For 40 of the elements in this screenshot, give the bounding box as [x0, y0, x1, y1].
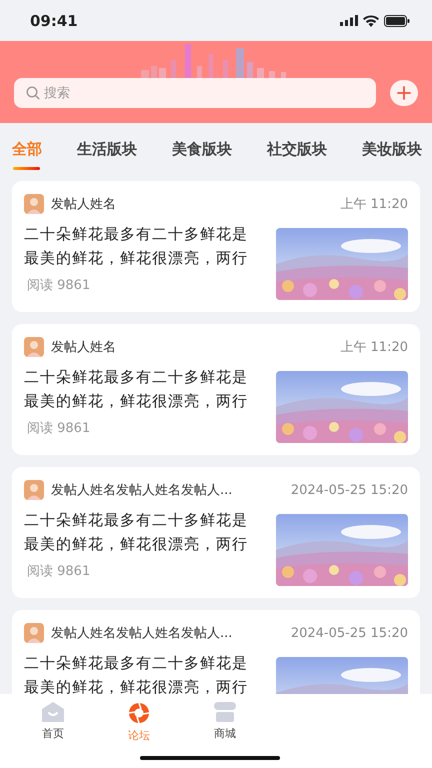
post-text: 二十朵鲜花最多有二十多鲜花是最美的鲜花，鲜花很漂亮，两行 [24, 224, 249, 269]
post-time: 2024-05-25 15:20 [290, 626, 408, 640]
add-button[interactable] [390, 80, 418, 106]
author-name: 发帖人姓名 [51, 196, 116, 213]
category-tab[interactable]: 美食版块 [172, 138, 232, 171]
plus-icon [397, 86, 411, 100]
store-icon [214, 702, 236, 722]
nav-tab[interactable]: 首页 [10, 702, 96, 744]
post-text: 二十朵鲜花最多有二十多鲜花是最美的鲜花，鲜花很漂亮，两行 [24, 653, 249, 694]
post-card[interactable]: 发帖人姓名发帖人姓名发帖人... 2024-05-25 15:20 二十朵鲜花最多有二十多鲜花是最美的鲜花，鲜花很漂亮，两行 [12, 610, 420, 694]
author-name: 发帖人姓名发帖人姓名发帖人... [51, 482, 232, 499]
post-text: 二十朵鲜花最多有二十多鲜花是最美的鲜花，鲜花很漂亮，两行 [24, 510, 249, 555]
search-icon [26, 86, 40, 100]
post-text: 二十朵鲜花最多有二十多鲜花是最美的鲜花，鲜花很漂亮，两行 [24, 367, 249, 412]
post-time: 2024-05-25 15:20 [290, 482, 408, 498]
search-field[interactable]: 搜索 [14, 78, 376, 108]
category-tab[interactable]: 美妆版块 [362, 138, 422, 171]
home-icon [42, 702, 64, 722]
battery-icon [384, 14, 410, 26]
author-name: 发帖人姓名 [51, 339, 116, 356]
author-name: 发帖人姓名发帖人姓名发帖人... [51, 625, 232, 642]
post-card[interactable]: 发帖人姓名 上午 11:20 二十朵鲜花最多有二十多鲜花是最美的鲜花，鲜花很漂亮，两行 阅读 9861 [12, 324, 420, 455]
read-count: 阅读 9861 [26, 421, 92, 437]
nav-tab[interactable]: 商城 [182, 702, 268, 744]
post-time: 上午 11:20 [340, 339, 408, 356]
signal-icon [340, 15, 358, 26]
avatar [24, 194, 44, 214]
avatar [24, 337, 44, 357]
wifi-icon [363, 14, 379, 26]
post-time: 上午 11:20 [340, 196, 408, 213]
post-card[interactable]: 发帖人姓名发帖人姓名发帖人... 2024-05-25 15:20 二十朵鲜花最多有二十多鲜花是最美的鲜花，鲜花很漂亮，两行 阅读 9861 [12, 467, 420, 598]
category-tab[interactable]: 社交版块 [267, 138, 327, 171]
read-count: 阅读 9861 [26, 278, 92, 294]
status-time: 09:41 [30, 12, 78, 30]
category-tab[interactable]: 生活版块 [77, 138, 137, 171]
post-card[interactable]: 发帖人姓名 上午 11:20 二十朵鲜花最多有二十多鲜花是最美的鲜花，鲜花很漂亮，两行 阅读 9861 [12, 181, 420, 312]
aperture-icon [128, 702, 150, 724]
avatar [24, 480, 44, 500]
avatar [24, 623, 44, 643]
read-count: 阅读 9861 [26, 564, 92, 580]
